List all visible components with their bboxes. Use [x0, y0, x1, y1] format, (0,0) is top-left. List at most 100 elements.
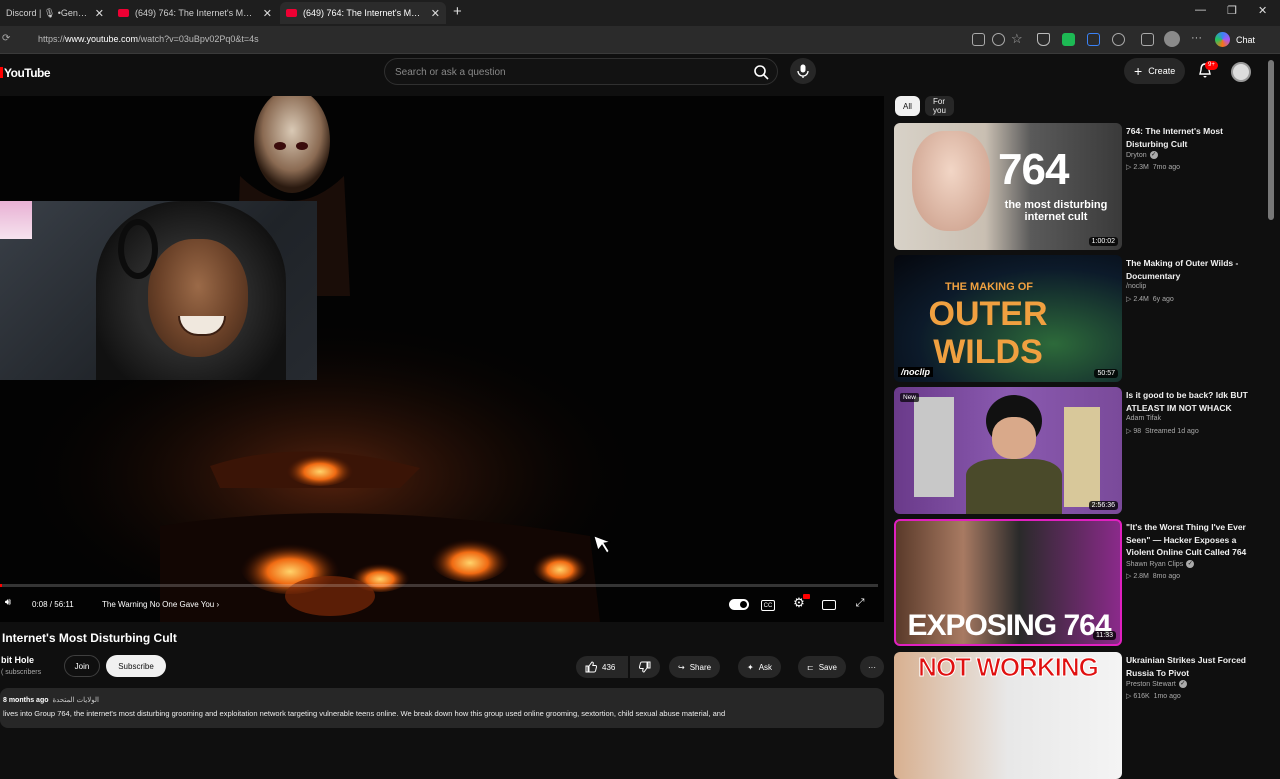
dislike-button[interactable] [630, 656, 660, 678]
browser-tab-youtube-active[interactable]: (649) 764: The Internet's Most Distu ✕ [280, 2, 446, 24]
close-tab-icon[interactable]: ✕ [431, 7, 440, 20]
recommendation-channel[interactable]: Preston Stewart ✓ [1126, 680, 1187, 688]
youtube-favicon-icon [286, 9, 297, 17]
tab-title: (649) 764: The Internet's Most Distu [135, 8, 257, 18]
recommendation-channel[interactable]: Dryton ✓ [1126, 151, 1158, 159]
browser-tab-youtube-1[interactable]: (649) 764: The Internet's Most Distu ✕ [112, 2, 278, 24]
search-box [384, 58, 778, 85]
thumbnail-text: EXPOSING 764 [907, 609, 1111, 642]
webcam-face [148, 239, 248, 357]
miniplayer-icon[interactable] [822, 600, 836, 610]
url-field[interactable]: https://www.youtube.com/watch?v=03uBpv02… [38, 34, 259, 44]
recommendation-channel[interactable]: /noclip [1126, 283, 1146, 290]
recommendation-title[interactable]: Is it good to be back? Idk BUT ATLEAST I… [1126, 389, 1254, 414]
save-button[interactable]: ⊏ Save [798, 656, 846, 678]
profile-avatar[interactable] [1164, 31, 1180, 47]
volume-icon[interactable]: 🔊︎ [0, 597, 16, 611]
search-input[interactable] [395, 64, 735, 80]
like-button[interactable]: 436 [576, 656, 628, 678]
thumbnail-text: NOT WORKING [918, 652, 1100, 683]
create-button[interactable]: + Create [1124, 58, 1186, 84]
refresh-icon[interactable]: ⟳ [2, 33, 10, 44]
upload-age: 6y ago [1152, 296, 1174, 303]
video-thumbnail[interactable]: EXPOSING 764 11:33 [894, 519, 1122, 646]
account-avatar[interactable] [1231, 62, 1251, 82]
thumbnail-text: 764 [998, 145, 1069, 194]
recommendation-channel[interactable]: Shawn Ryan Clips ✓ [1126, 560, 1195, 568]
video-thumbnail[interactable]: THE MAKING OF OUTER WILDS /noclip 50:57 [894, 255, 1122, 382]
sync-icon[interactable] [1112, 33, 1125, 46]
captions-icon[interactable]: CC [761, 600, 775, 611]
favorite-star-icon[interactable]: ☆ [1011, 31, 1023, 47]
youtube-favicon-icon [118, 9, 129, 17]
close-tab-icon[interactable]: ✕ [263, 7, 272, 20]
page-scrollbar[interactable] [1268, 60, 1274, 220]
recommendation-title[interactable]: "It's the Worst Thing I've Ever Seen" — … [1126, 521, 1254, 559]
more-options-icon[interactable]: ··· [1191, 32, 1202, 44]
recommendation-item[interactable]: THE MAKING OF OUTER WILDS /noclip 50:57 … [894, 255, 1264, 382]
close-window-icon[interactable]: ✕ [1258, 4, 1267, 17]
thumbs-up-icon [585, 661, 597, 673]
recommendation-item[interactable]: NOT WORKING Ukrainian Strikes Just Force… [894, 652, 1264, 779]
description-box[interactable]: 8 months ago الولايات المتحدة lives into … [0, 688, 884, 728]
extension-icon[interactable] [1062, 33, 1075, 46]
progress-bar[interactable] [0, 584, 878, 587]
like-count: 436 [602, 662, 616, 672]
thumbnail-door [914, 397, 954, 497]
video-player[interactable] [0, 96, 884, 622]
reader-view-icon[interactable] [972, 33, 985, 46]
join-button[interactable]: Join [64, 655, 100, 677]
recommendation-item[interactable]: New 2:56:36 Is it good to be back? Idk B… [894, 387, 1264, 514]
recommendation-item[interactable]: 764 the most disturbing internet cult 1:… [894, 123, 1264, 250]
thumbs-down-icon [639, 661, 651, 673]
duration-badge: 50:57 [1094, 369, 1118, 378]
search-icon[interactable] [753, 64, 769, 80]
recommendation-title[interactable]: The Making of Outer Wilds - Documentary [1126, 257, 1254, 282]
browser-tab-discord[interactable]: Discord | 🎙 •General | K ✕ [0, 2, 110, 24]
chip-label: All [903, 101, 912, 111]
view-count: 2.4M [1133, 296, 1149, 303]
tab-title: Discord | 🎙 •General | K [6, 7, 89, 18]
headphones-icon [118, 219, 158, 279]
collections-icon[interactable] [1141, 33, 1154, 46]
close-tab-icon[interactable]: ✕ [95, 7, 104, 20]
extension-icon[interactable] [1087, 33, 1100, 46]
fullscreen-icon[interactable]: ⤢ [852, 597, 868, 611]
youtube-logo[interactable]: YouTube [0, 66, 51, 80]
chapter-title[interactable]: The Warning No One Gave You › [102, 600, 219, 609]
progress-bar-fill [0, 584, 3, 587]
recommendation-channel[interactable]: Adam Tifak [1126, 415, 1161, 422]
sparkle-icon: ✦ [747, 662, 754, 672]
ask-label: Ask [758, 662, 773, 672]
minimize-icon[interactable]: — [1195, 4, 1206, 16]
chip-all[interactable]: All [895, 96, 920, 116]
thumbnail-body [966, 459, 1062, 514]
recommendation-title[interactable]: Ukrainian Strikes Just Forced Russia To … [1126, 654, 1254, 679]
upload-age: Streamed 1d ago [1145, 428, 1199, 435]
video-thumbnail[interactable]: 764 the most disturbing internet cult 1:… [894, 123, 1122, 250]
recommendation-title[interactable]: 764: The Internet's Most Disturbing Cult [1126, 125, 1254, 150]
recommendation-stats: ▷ 98 Streamed 1d ago [1126, 428, 1199, 435]
recommendation-item[interactable]: EXPOSING 764 11:33 "It's the Worst Thing… [894, 519, 1264, 646]
maximize-icon[interactable]: ❐ [1227, 4, 1237, 17]
channel-name[interactable]: bit Hole [1, 655, 34, 665]
bookmark-icon: ⊏ [807, 662, 814, 672]
chip-for-you[interactable]: For you [925, 96, 954, 116]
shield-extension-icon[interactable] [1037, 33, 1050, 46]
more-actions-button[interactable]: ··· [860, 656, 884, 678]
subscribe-button[interactable]: Subscribe [106, 655, 166, 677]
video-thumbnail[interactable]: New 2:56:36 [894, 387, 1122, 514]
voice-search-button[interactable] [790, 58, 816, 84]
chip-label: For you [933, 97, 946, 115]
upload-age: 7mo ago [1152, 164, 1181, 171]
zoom-icon[interactable] [992, 33, 1005, 46]
share-button[interactable]: ↪ Share [669, 656, 721, 678]
autoplay-toggle[interactable] [729, 599, 749, 610]
ask-button[interactable]: ✦ Ask [738, 656, 782, 678]
view-count: 616K [1133, 693, 1150, 700]
new-tab-button[interactable]: + [453, 3, 462, 20]
thumbnail-text: THE MAKING OF [945, 281, 1033, 293]
youtube-header: YouTube + Create 9+ [0, 54, 1280, 96]
video-thumbnail[interactable]: NOT WORKING [894, 652, 1122, 779]
copilot-chat-button[interactable]: Chat [1215, 32, 1255, 47]
